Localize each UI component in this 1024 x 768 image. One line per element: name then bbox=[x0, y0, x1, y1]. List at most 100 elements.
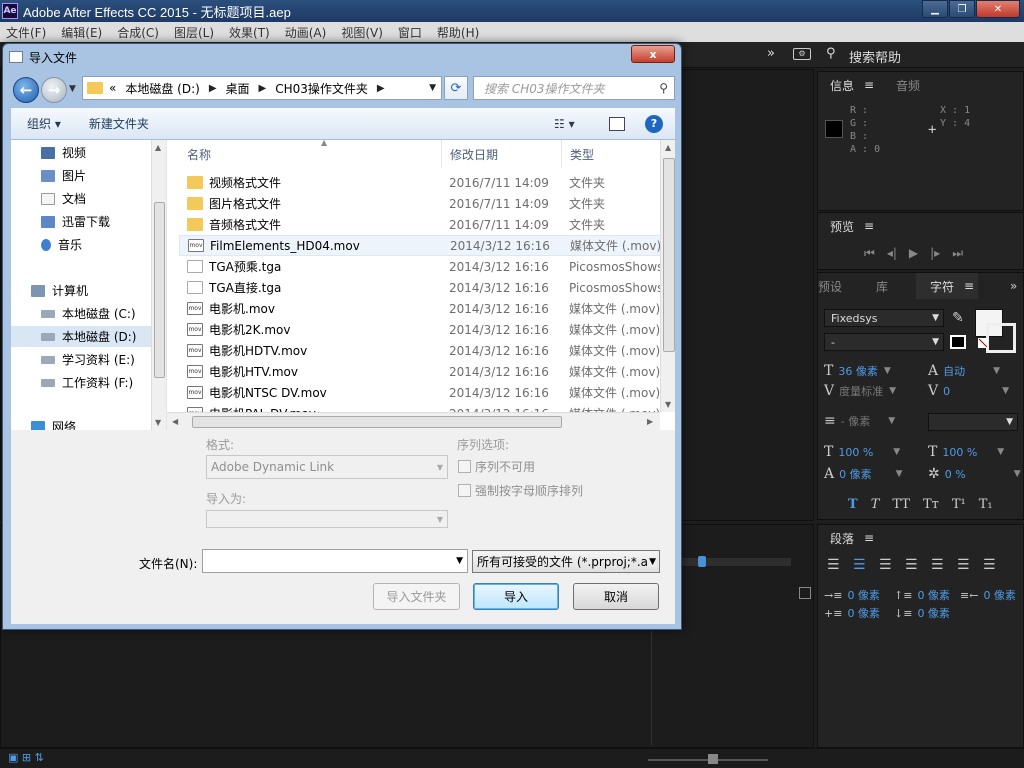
all-caps-button[interactable]: TT bbox=[892, 497, 910, 512]
menu-edit[interactable]: 编辑(E) bbox=[61, 24, 102, 41]
format-select[interactable]: Adobe Dynamic Link ▼ bbox=[206, 455, 448, 479]
file-row[interactable]: mov 电影机.mov 2014/3/12 16:16 媒体文件 (.mov) bbox=[179, 298, 663, 319]
space-after-control[interactable]: ↓≡ 0 像素 bbox=[894, 605, 950, 621]
justify-all-icon[interactable]: ☰ bbox=[983, 557, 1009, 573]
file-list-vscroll-thumb[interactable] bbox=[663, 158, 675, 352]
horizontal-scale-control[interactable]: T 100 % ▼ bbox=[928, 444, 1004, 460]
close-app-button[interactable]: ✕ bbox=[976, 0, 1020, 18]
align-left-icon[interactable]: ☰ bbox=[827, 557, 853, 573]
breadcrumb-drive-d[interactable]: 本地磁盘 (D:) bbox=[125, 80, 199, 97]
scroll-down-icon[interactable]: ▼ bbox=[155, 418, 161, 427]
faux-italic-button[interactable]: T bbox=[871, 497, 880, 512]
zoom-slider-thumb[interactable] bbox=[708, 754, 718, 764]
baseline-shift-control[interactable]: A 0 像素 ▼ bbox=[824, 466, 903, 482]
scroll-up-icon[interactable]: ▲ bbox=[665, 143, 671, 152]
restore-button[interactable]: ❐ bbox=[949, 0, 975, 18]
tree-item-drive-e[interactable]: 学习资料 (E:) bbox=[11, 349, 151, 370]
sequence-unavailable-checkbox[interactable]: 序列不可用 bbox=[458, 458, 535, 475]
dialog-close-button[interactable]: x bbox=[631, 45, 675, 63]
tree-item-thunder-downloads[interactable]: 迅雷下载 bbox=[11, 211, 151, 232]
paragraph-menu-icon[interactable]: ≡ bbox=[864, 531, 874, 545]
preview-pane-icon[interactable] bbox=[609, 116, 625, 131]
help-icon[interactable]: ? bbox=[645, 114, 663, 133]
import-folder-button[interactable]: 导入文件夹 bbox=[373, 583, 460, 610]
last-frame-icon[interactable]: ⏭ bbox=[952, 246, 963, 261]
file-row[interactable]: 视频格式文件 2016/7/11 14:09 文件夹 bbox=[179, 172, 663, 193]
font-family-select[interactable]: Fixedsys ▼ bbox=[824, 309, 944, 327]
character-tab[interactable]: 字符 ≡ bbox=[916, 273, 978, 299]
column-header-name[interactable]: 名称 ▲ bbox=[179, 140, 442, 168]
font-size-control[interactable]: T 36 像素 ▼ bbox=[824, 363, 891, 379]
address-dropdown-icon[interactable]: ▼ bbox=[429, 83, 436, 93]
no-color-icon[interactable] bbox=[978, 338, 988, 348]
lock-icon[interactable] bbox=[799, 587, 811, 599]
justify-right-icon[interactable]: ☰ bbox=[957, 557, 983, 573]
column-header-type[interactable]: 类型 bbox=[562, 140, 662, 168]
space-before-control[interactable]: ↑≡ 0 像素 bbox=[894, 587, 950, 603]
file-list-hscroll-thumb[interactable] bbox=[192, 416, 562, 428]
tsume-control[interactable]: ✲ 0 % ▼ bbox=[928, 466, 1021, 482]
align-right-icon[interactable]: ☰ bbox=[879, 557, 905, 573]
workspace-expand-icon[interactable]: » bbox=[767, 46, 775, 61]
breadcrumb-desktop[interactable]: 桌面 bbox=[226, 80, 250, 97]
search-box[interactable]: 搜索 CH03操作文件夹 ⚲ bbox=[473, 76, 675, 100]
breadcrumb-separator-icon[interactable]: ▶ bbox=[377, 83, 385, 94]
file-row[interactable]: mov 电影机HTV.mov 2014/3/12 16:16 媒体文件 (.mov) bbox=[179, 361, 663, 382]
stroke-type-select[interactable]: ▼ bbox=[928, 413, 1018, 431]
breadcrumb-ch03[interactable]: CH03操作文件夹 bbox=[275, 80, 368, 97]
file-row[interactable]: mov 电影机NTSC DV.mov 2014/3/12 16:16 媒体文件 (.m… bbox=[179, 382, 663, 403]
tree-item-computer[interactable]: 计算机 bbox=[11, 280, 151, 301]
info-tab[interactable]: 信息 ≡ bbox=[830, 72, 874, 98]
timeline-playhead[interactable] bbox=[698, 556, 706, 567]
preview-menu-icon[interactable]: ≡ bbox=[864, 219, 874, 233]
tree-item-videos[interactable]: 视频 bbox=[11, 142, 151, 163]
preview-tab[interactable]: 预览 ≡ bbox=[830, 213, 874, 239]
scroll-up-icon[interactable]: ▲ bbox=[155, 143, 161, 152]
align-center-icon[interactable]: ☰ bbox=[853, 557, 879, 573]
column-header-date[interactable]: 修改日期 bbox=[442, 140, 562, 168]
library-tab[interactable]: 库 bbox=[876, 273, 888, 299]
tree-item-documents[interactable]: 文档 bbox=[11, 188, 151, 209]
prev-frame-icon[interactable]: ◂| bbox=[887, 246, 897, 261]
tree-item-music[interactable]: 音乐 bbox=[11, 234, 151, 255]
play-icon[interactable]: ▶ bbox=[909, 246, 918, 261]
filename-input[interactable]: ▼ bbox=[202, 549, 468, 573]
justify-center-icon[interactable]: ☰ bbox=[931, 557, 957, 573]
justify-left-icon[interactable]: ☰ bbox=[905, 557, 931, 573]
stroke-width-control[interactable]: ≡ - 像素 ▼ bbox=[824, 413, 895, 429]
file-row[interactable]: mov FilmElements_HD04.mov 2014/3/12 16:16 媒… bbox=[179, 235, 663, 256]
tree-item-pictures[interactable]: 图片 bbox=[11, 165, 151, 186]
stroke-swatch[interactable] bbox=[950, 335, 966, 349]
tree-scroll-thumb[interactable] bbox=[154, 202, 165, 378]
search-help-icon[interactable]: ⚲ bbox=[826, 46, 836, 61]
file-row[interactable]: TGA直接.tga 2014/3/12 16:16 PicosmosShows bbox=[179, 277, 663, 298]
minimize-button[interactable]: ▁ bbox=[922, 0, 948, 18]
chevron-down-icon[interactable]: ▼ bbox=[456, 556, 463, 566]
forward-button[interactable]: → bbox=[41, 77, 67, 103]
first-line-indent-control[interactable]: +≡ 0 像素 bbox=[824, 605, 880, 621]
back-button[interactable]: ← bbox=[13, 77, 39, 103]
indent-right-control[interactable]: ≡← 0 像素 bbox=[960, 587, 1016, 603]
force-alphabetical-checkbox[interactable]: 强制按字母顺序排列 bbox=[458, 482, 583, 499]
menu-composition[interactable]: 合成(C) bbox=[117, 24, 159, 41]
info-menu-icon[interactable]: ≡ bbox=[864, 78, 874, 92]
first-frame-icon[interactable]: ⏮ bbox=[864, 246, 875, 261]
file-type-select[interactable]: 所有可接受的文件 (*.prproj;*.a ▼ bbox=[472, 550, 660, 573]
file-row[interactable]: TGA预乘.tga 2014/3/12 16:16 PicosmosShows bbox=[179, 256, 663, 277]
scroll-right-icon[interactable]: ▶ bbox=[647, 417, 653, 426]
breadcrumb-separator-icon[interactable]: ▶ bbox=[259, 83, 267, 94]
menu-layer[interactable]: 图层(L) bbox=[174, 24, 214, 41]
audio-tab[interactable]: 音频 bbox=[896, 72, 920, 98]
paragraph-tab[interactable]: 段落 ≡ bbox=[830, 525, 874, 551]
kerning-control[interactable]: V 度量标准 ▼ bbox=[824, 383, 896, 399]
search-help-label[interactable]: 搜索帮助 bbox=[849, 47, 901, 66]
eyedropper-icon[interactable]: ✎ bbox=[952, 310, 964, 326]
view-options-icon[interactable]: ☷ ▾ bbox=[554, 117, 575, 131]
leading-control[interactable]: A 自动 ▼ bbox=[928, 363, 1000, 379]
breadcrumb-overflow[interactable]: « bbox=[109, 81, 116, 95]
preset-tab[interactable]: 预设 bbox=[818, 273, 842, 299]
faux-bold-button[interactable]: T bbox=[848, 497, 858, 512]
file-list-hscrollbar[interactable]: ◀ ▶ bbox=[167, 412, 660, 430]
cancel-button[interactable]: 取消 bbox=[573, 583, 659, 610]
menu-view[interactable]: 视图(V) bbox=[341, 24, 383, 41]
